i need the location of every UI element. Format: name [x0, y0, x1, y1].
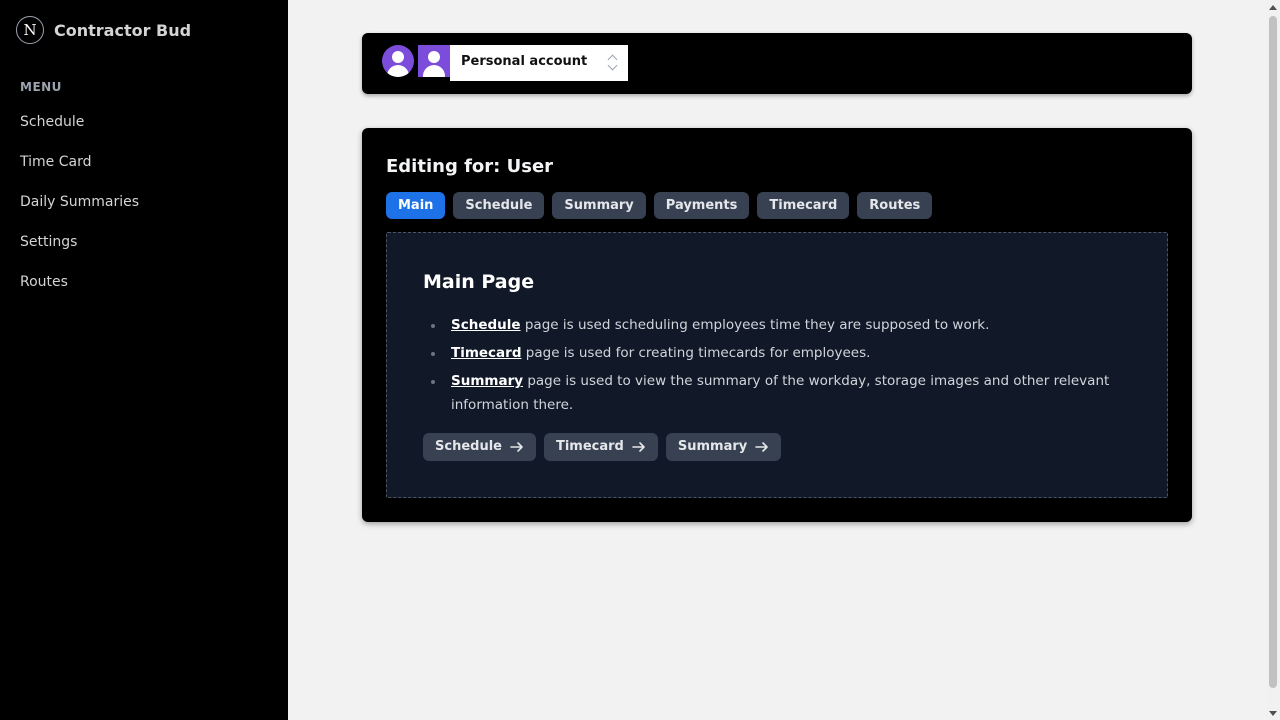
- user-avatar[interactable]: [382, 45, 414, 77]
- tab-schedule[interactable]: Schedule: [453, 192, 545, 219]
- editor-card: Editing for: User Main Schedule Summary …: [362, 128, 1192, 522]
- logo-icon: N: [16, 16, 44, 44]
- scroll-up-icon[interactable]: [1266, 0, 1280, 14]
- avatar-head: [428, 51, 440, 63]
- avatar-body: [423, 65, 445, 77]
- list-item: Schedule page is used scheduling employe…: [423, 313, 1143, 337]
- schedule-button-label: Schedule: [435, 439, 502, 454]
- list-item-text: page is used to view the summary of the …: [451, 373, 1110, 413]
- sidebar-item-settings[interactable]: Settings: [20, 232, 139, 272]
- summary-button-label: Summary: [677, 439, 748, 454]
- chevron-up-down-icon: [607, 53, 618, 71]
- tab-summary[interactable]: Summary: [552, 192, 646, 219]
- arrow-right-icon: [510, 442, 523, 452]
- tab-bar: Main Schedule Summary Payments Timecard …: [386, 192, 940, 219]
- timecard-link[interactable]: Timecard: [451, 345, 522, 361]
- tab-payments[interactable]: Payments: [653, 192, 750, 219]
- list-item: Summary page is used to view the summary…: [423, 369, 1143, 417]
- avatar-body: [387, 65, 409, 77]
- schedule-button[interactable]: Schedule: [423, 433, 536, 461]
- info-list: Schedule page is used scheduling employe…: [423, 313, 1143, 421]
- sidebar-item-schedule[interactable]: Schedule: [20, 112, 139, 152]
- avatar-head: [392, 51, 404, 63]
- sidebar-item-time-card[interactable]: Time Card: [20, 152, 139, 192]
- account-select[interactable]: Personal account: [450, 45, 628, 81]
- summary-link[interactable]: Summary: [451, 373, 523, 389]
- schedule-link[interactable]: Schedule: [451, 317, 521, 333]
- summary-button[interactable]: Summary: [665, 433, 782, 461]
- sidebar-item-routes[interactable]: Routes: [20, 272, 139, 312]
- sidebar-item-daily-summaries[interactable]: Daily Summaries: [20, 192, 139, 232]
- page-scrollbar[interactable]: [1266, 0, 1280, 720]
- panel-title: Main Page: [423, 271, 535, 293]
- tab-main[interactable]: Main: [386, 192, 446, 219]
- arrow-right-icon: [755, 442, 769, 452]
- sidebar-nav: Schedule Time Card Daily Summaries Setti…: [20, 112, 139, 312]
- main-panel: Main Page Schedule page is used scheduli…: [386, 232, 1168, 498]
- quick-links: Schedule Timecard Summary: [423, 433, 789, 461]
- account-avatar: [418, 45, 450, 77]
- account-switcher-card: Personal account: [362, 33, 1192, 94]
- timecard-button-label: Timecard: [555, 439, 624, 454]
- list-item-text: page is used scheduling employees time t…: [520, 317, 990, 333]
- scroll-down-icon[interactable]: [1266, 706, 1280, 720]
- list-item-text: page is used for creating timecards for …: [521, 345, 871, 361]
- account-select-value: Personal account: [461, 54, 588, 69]
- sidebar: N Contractor Bud MENU Schedule Time Card…: [0, 0, 288, 720]
- scroll-thumb[interactable]: [1269, 16, 1277, 688]
- tab-timecard[interactable]: Timecard: [757, 192, 850, 219]
- app-name: Contractor Bud: [54, 20, 192, 40]
- page-title: Editing for: User: [386, 156, 554, 177]
- list-item: Timecard page is used for creating timec…: [423, 341, 1143, 365]
- brand[interactable]: N Contractor Bud: [16, 16, 191, 44]
- timecard-button[interactable]: Timecard: [543, 433, 658, 461]
- arrow-right-icon: [632, 442, 645, 452]
- menu-heading: MENU: [20, 80, 62, 94]
- tab-routes[interactable]: Routes: [857, 192, 933, 219]
- logo-letter: N: [23, 21, 37, 39]
